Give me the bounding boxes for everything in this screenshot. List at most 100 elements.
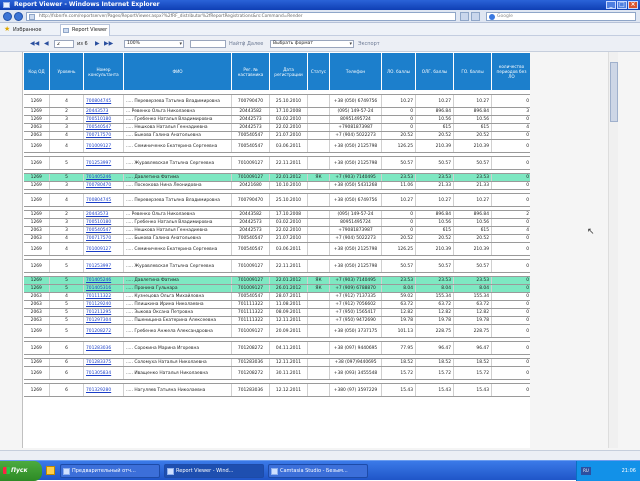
- page-icon: [63, 28, 69, 33]
- col-header-phone[interactable]: Телефон: [329, 52, 382, 91]
- cell-consultant-number[interactable]: 700510180: [83, 218, 124, 227]
- taskbar-item[interactable]: Предварительный отч...: [60, 464, 160, 478]
- tab-report-viewer[interactable]: Report Viewer: [60, 24, 110, 36]
- cell-consultant-number[interactable]: 700540547: [83, 226, 124, 235]
- zoom-select[interactable]: 100%: [124, 40, 184, 48]
- export-format-select[interactable]: Выбрать формат: [270, 40, 354, 48]
- cell-lo: 0: [381, 123, 416, 132]
- cell-consultant-number[interactable]: 701253997: [83, 156, 124, 170]
- col-header-code[interactable]: Код ОД: [23, 52, 50, 91]
- tab-label: Report Viewer: [72, 27, 108, 33]
- col-header-periods[interactable]: количество периодов без ЛО: [491, 52, 530, 91]
- find-text-input[interactable]: [190, 40, 226, 48]
- cell-reg-date: 22.02.2010: [269, 226, 308, 235]
- favorites-button[interactable]: ★ Избранное: [4, 26, 41, 34]
- cell-consultant-number[interactable]: 20443573: [83, 107, 124, 116]
- cell-lo: 0: [381, 107, 416, 116]
- col-header-mentor[interactable]: Рег. № наставника: [231, 52, 270, 91]
- cell-consultant-number[interactable]: 701405246: [83, 173, 124, 182]
- col-header-name[interactable]: ФИО: [123, 52, 232, 91]
- stop-icon[interactable]: [471, 12, 480, 21]
- col-header-level[interactable]: Уровень: [49, 52, 84, 91]
- cell-reg-date: 04.11.2011: [269, 341, 308, 355]
- taskbar-item[interactable]: Report Viewer - Wind...: [164, 464, 264, 478]
- cell-code: 1269: [23, 218, 50, 227]
- cell-periods: 0: [491, 181, 530, 190]
- language-indicator[interactable]: RU: [581, 467, 591, 475]
- cell-periods: 4: [491, 226, 530, 235]
- cell-consultant-number[interactable]: 701009127: [83, 139, 124, 153]
- cell-consultant-number[interactable]: 701208272: [83, 324, 124, 338]
- cell-consultant-number[interactable]: 701211295: [83, 308, 124, 317]
- col-header-olg[interactable]: ОЛГ. баллы: [415, 52, 454, 91]
- cell-consultant-number[interactable]: 701305834: [83, 366, 124, 380]
- cell-consultant-number[interactable]: 701405316: [83, 284, 124, 293]
- forward-icon[interactable]: [14, 12, 23, 21]
- cell-consultant-number[interactable]: 700540547: [83, 123, 124, 132]
- next-link[interactable]: Далее: [247, 40, 263, 48]
- cell-consultant-number[interactable]: 701405246: [83, 276, 124, 285]
- cell-consultant-number[interactable]: 701329280: [83, 383, 124, 397]
- cell-reg-date: 30.11.2011: [269, 366, 308, 380]
- vertical-scrollbar[interactable]: [608, 52, 618, 448]
- cell-mentor: 700790470: [231, 94, 270, 108]
- cell-consultant-number[interactable]: 701297304: [83, 316, 124, 325]
- cell-consultant-number[interactable]: 701129240: [83, 300, 124, 309]
- refresh-icon[interactable]: [460, 12, 469, 21]
- cell-periods: 0: [491, 284, 530, 293]
- cell-consultant-number[interactable]: 700717570: [83, 131, 124, 140]
- cell-consultant-number[interactable]: 701283036: [83, 341, 124, 355]
- close-button[interactable]: ×: [628, 1, 638, 9]
- col-header-lo[interactable]: ЛО. баллы: [381, 52, 416, 91]
- cell-reg-date: 03.02.2010: [269, 218, 308, 227]
- cell-consultant-number[interactable]: 700780470: [83, 181, 124, 190]
- cell-phone: +7 (950) 1565417: [329, 308, 382, 317]
- cell-consultant-number[interactable]: 701283375: [83, 358, 124, 367]
- col-header-reg-date[interactable]: Дата регистрации: [269, 52, 308, 91]
- cell-consultant-number[interactable]: 20443573: [83, 210, 124, 219]
- cell-mentor: 20421680: [231, 181, 270, 190]
- page-number-input[interactable]: [54, 40, 74, 48]
- cell-consultant-number[interactable]: 700804745: [83, 193, 124, 207]
- col-header-go[interactable]: ГО. баллы: [453, 52, 492, 91]
- scrollbar-thumb[interactable]: [610, 62, 618, 122]
- cell-lo: 0: [381, 210, 416, 219]
- url-field[interactable]: http://fsbnrfe.com/reportserver/Pages/Re…: [26, 12, 456, 21]
- cell-olg: 20.52: [415, 131, 454, 140]
- back-icon[interactable]: [3, 12, 12, 21]
- cell-go: 21.33: [453, 181, 492, 190]
- prev-page-button[interactable]: ◀: [44, 40, 49, 48]
- maximize-button[interactable]: □: [617, 1, 627, 9]
- cell-consultant-number[interactable]: 701009127: [83, 242, 124, 256]
- cell-name: ..... Переверзева Татьяна Владимировна: [123, 193, 232, 207]
- col-header-consultant-number[interactable]: Номер консультанта: [83, 52, 124, 91]
- first-page-button[interactable]: ◀◀: [30, 40, 39, 48]
- cell-consultant-number[interactable]: 701253997: [83, 259, 124, 273]
- col-header-status[interactable]: Статус: [307, 52, 330, 91]
- cell-olg: 615: [415, 123, 454, 132]
- cell-status: ЯК: [307, 284, 330, 293]
- start-button[interactable]: Пуск: [0, 461, 42, 481]
- minimize-button[interactable]: _: [606, 1, 616, 9]
- last-page-button[interactable]: ▶▶: [104, 40, 113, 48]
- cell-status: [307, 316, 330, 325]
- search-input[interactable]: Google: [486, 12, 636, 21]
- cell-lo: 101.13: [381, 324, 416, 338]
- quick-launch-icon[interactable]: [46, 466, 55, 475]
- cell-phone: +38 (097)9440695: [329, 358, 382, 367]
- cell-consultant-number[interactable]: 700804745: [83, 94, 124, 108]
- cell-consultant-number[interactable]: 700510180: [83, 115, 124, 124]
- cell-mentor: 20443582: [231, 210, 270, 219]
- cell-go: 18.52: [453, 358, 492, 367]
- cell-consultant-number[interactable]: 700717570: [83, 234, 124, 243]
- export-link[interactable]: Экспорт: [358, 40, 380, 48]
- report-table: Код ОД Уровень Номер консультанта ФИО Ре…: [23, 52, 530, 397]
- cell-name: ..... Соломуха Наталья Николаевна: [123, 358, 232, 367]
- cell-status: [307, 218, 330, 227]
- clock: 21:06: [621, 468, 636, 474]
- taskbar-item[interactable]: Camtasia Studio - Безым...: [268, 464, 368, 478]
- table-row: 1269 4 701009127..... Семиниченко Екатерин…: [23, 242, 530, 256]
- cell-consultant-number[interactable]: 701111322: [83, 292, 124, 301]
- next-page-button[interactable]: ▶: [95, 40, 100, 48]
- cell-olg: 896.84: [415, 210, 454, 219]
